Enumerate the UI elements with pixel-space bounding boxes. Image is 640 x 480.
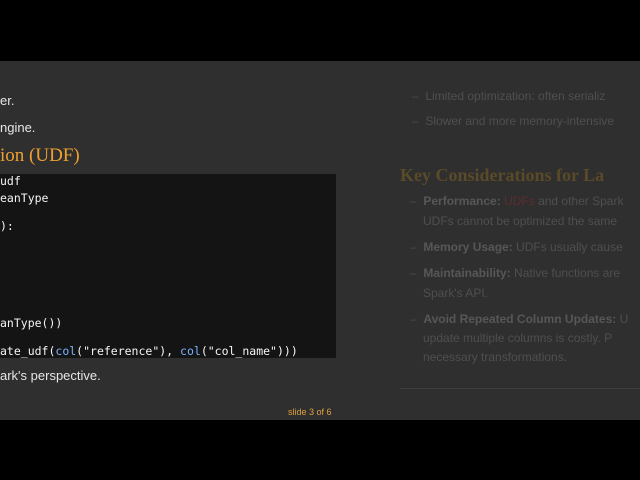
bullet-label: Maintainability: xyxy=(423,266,511,280)
section-heading: ion (UDF) xyxy=(0,145,80,166)
letterbox-top xyxy=(0,0,640,61)
bullet-label: Performance: xyxy=(423,194,501,208)
code-token: ate_udf( xyxy=(0,344,56,358)
bullet-text: necessary transformations. xyxy=(423,350,568,364)
current-slide-pane: er. ngine. ion (UDF) udf eanType ): anTy… xyxy=(0,61,345,420)
text-line: ark's perspective. xyxy=(0,368,101,383)
section-heading: Key Considerations for La xyxy=(400,165,605,185)
divider xyxy=(400,388,640,389)
bullet-text: UDFs usually cause xyxy=(512,240,623,254)
slide-indicator: slide 3 of 6 xyxy=(288,407,332,417)
code-token: ("col_name"))) xyxy=(200,344,298,358)
code-token: ("reference"), xyxy=(76,344,181,358)
bullet-item: – Performance: UDFs and other Spark xyxy=(410,194,624,208)
bullet-item: – Slower and more memory-intensive xyxy=(412,114,615,128)
bullet-text: Limited optimization: often serializ xyxy=(425,89,606,103)
code-keyword: col xyxy=(180,344,201,358)
code-line: udf xyxy=(0,174,21,188)
bullet-item: – Avoid Repeated Column Updates: U xyxy=(410,312,629,326)
code-keyword: col xyxy=(55,344,77,358)
bullet-label: Memory Usage: xyxy=(423,240,513,254)
bullet-text: UDFs cannot be optimized the same xyxy=(423,214,618,228)
bullet-item: – Maintainability: Native functions are xyxy=(410,266,621,280)
text-line: ngine. xyxy=(0,120,36,135)
bullet-text: U xyxy=(616,312,629,326)
bullet-item: – Memory Usage: UDFs usually cause xyxy=(410,240,623,254)
code-line: anType()) xyxy=(0,316,63,330)
presentation-slide: er. ngine. ion (UDF) udf eanType ): anTy… xyxy=(0,61,640,420)
bullet-text: Spark's API. xyxy=(423,286,488,300)
bullet-text: Slower and more memory-intensive xyxy=(425,114,615,128)
code-line: ate_udf(col("reference"), col("col_name"… xyxy=(0,344,298,358)
text-line: er. xyxy=(0,93,15,108)
bullet-text: and other Spark xyxy=(534,194,624,208)
bullet-label: Avoid Repeated Column Updates: xyxy=(423,312,617,326)
highlight-text: UDFs xyxy=(504,194,535,208)
code-line: ): xyxy=(0,219,14,233)
bullet-text: Native functions are xyxy=(510,266,621,280)
letterbox-bottom xyxy=(0,420,640,480)
next-slide-pane: – Limited optimization: often serializ –… xyxy=(400,61,640,420)
bullet-text: update multiple columns is costly. P xyxy=(423,331,613,345)
code-block: udf eanType ): anType()) ate_udf(col("re… xyxy=(0,174,336,358)
code-line: eanType xyxy=(0,191,49,205)
bullet-item: – Limited optimization: often serializ xyxy=(412,89,606,103)
